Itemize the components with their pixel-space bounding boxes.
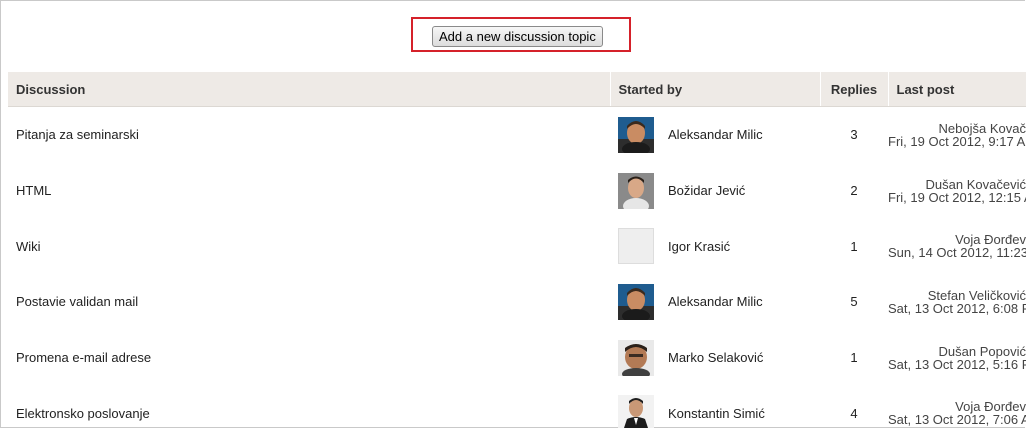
replies-cell: 4 <box>820 385 888 428</box>
header-replies[interactable]: Replies <box>819 72 888 107</box>
discussion-table: Discussion Started by Replies Last post … <box>8 72 1026 428</box>
avatar-konstantin[interactable] <box>618 395 654 428</box>
last-post-date-link[interactable]: Fri, 19 Oct 2012, 12:15 AM <box>888 191 1026 204</box>
discussion-cell: Pitanja za seminarski <box>8 107 610 163</box>
replies-count[interactable]: 5 <box>850 294 857 309</box>
table-row: Promena e-mail adrese Marko Selaković 1 Duš… <box>8 330 1026 386</box>
started-by-cell: Aleksandar Milic <box>610 274 820 330</box>
author-link[interactable]: Igor Krasić <box>668 239 730 254</box>
table-row: Wiki Igor Krasić 1 Voja Đorđev Sun, 14 Oct 2… <box>8 218 1026 274</box>
last-post-author-link[interactable]: Stefan Veličković <box>888 289 1026 302</box>
last-post-cell: Voja ĐorđevSun, 14 Oct 2012, 11:23 PM <box>888 218 1026 274</box>
discussion-cell: Promena e-mail adrese <box>8 330 610 386</box>
last-post-date-link[interactable]: Sun, 14 Oct 2012, 11:23 PM <box>888 246 1026 259</box>
started-by-cell: Božidar Jević <box>610 163 820 219</box>
table-body: Pitanja za seminarski Aleksandar Milic 3 Ne… <box>8 107 1026 428</box>
discussion-cell: HTML <box>8 163 610 219</box>
discussion-link[interactable]: Elektronsko poslovanje <box>16 406 150 421</box>
discussion-link[interactable]: HTML <box>16 183 51 198</box>
author-link[interactable]: Božidar Jević <box>668 183 745 198</box>
add-discussion-topic-button[interactable]: Add a new discussion topic <box>432 26 603 47</box>
author-link[interactable]: Aleksandar Milic <box>668 294 763 309</box>
replies-count[interactable]: 4 <box>850 406 857 421</box>
started-by-cell: Igor Krasić <box>610 218 820 274</box>
last-post-cell: Dušan Popović Sat, 13 Oct 2012, 5:16 PM <box>888 330 1026 386</box>
header-discussion[interactable]: Discussion <box>8 72 610 107</box>
discussion-link[interactable]: Pitanja za seminarski <box>16 127 139 142</box>
forum-page: Add a new discussion topic Discussion St… <box>0 0 1026 428</box>
avatar-default[interactable] <box>618 228 654 265</box>
replies-count[interactable]: 3 <box>850 127 857 142</box>
avatar-aleksandar[interactable] <box>618 116 654 153</box>
started-by-cell: Konstantin Simić <box>610 385 820 428</box>
avatar-aleksandar[interactable] <box>618 283 654 320</box>
last-post-author-link[interactable]: Dušan Popović <box>888 345 1026 358</box>
discussion-cell: Wiki <box>8 218 610 274</box>
table-row: HTML Božidar Jević 2 Dušan Kovačević Fri, 19… <box>8 163 1026 219</box>
replies-count[interactable]: 1 <box>850 350 857 365</box>
table-row: Elektronsko poslovanje Konstantin Simić 4 V… <box>8 385 1026 428</box>
last-post-author-link[interactable]: Nebojša Kovač <box>888 122 1026 135</box>
replies-count[interactable]: 1 <box>850 239 857 254</box>
discussion-link[interactable]: Promena e-mail adrese <box>16 350 151 365</box>
replies-count[interactable]: 2 <box>850 183 857 198</box>
discussion-link[interactable]: Wiki <box>16 239 41 254</box>
author-link[interactable]: Marko Selaković <box>668 350 763 365</box>
replies-cell: 5 <box>820 274 888 330</box>
last-post-date-link[interactable]: Sat, 13 Oct 2012, 7:06 AM <box>888 413 1026 426</box>
author-link[interactable]: Konstantin Simić <box>668 406 765 421</box>
table-row: Postavie validan mail Aleksandar Milic 5 St… <box>8 274 1026 330</box>
table-header-row: Discussion Started by Replies Last post <box>8 72 1026 107</box>
started-by-cell: Marko Selaković <box>610 330 820 386</box>
last-post-cell: Voja Đorđev Sat, 13 Oct 2012, 7:06 AM <box>888 385 1026 428</box>
avatar-bozidar[interactable] <box>618 172 654 209</box>
avatar-marko[interactable] <box>618 339 654 376</box>
last-post-date-link[interactable]: Sat, 13 Oct 2012, 5:16 PM <box>888 358 1026 371</box>
discussion-cell: Postavie validan mail <box>8 274 610 330</box>
header-started-by[interactable]: Started by <box>609 72 820 107</box>
replies-cell: 1 <box>820 218 888 274</box>
last-post-cell: Dušan KovačevićFri, 19 Oct 2012, 12:15 A… <box>888 163 1026 219</box>
last-post-date-link[interactable]: Sat, 13 Oct 2012, 6:08 PM <box>888 302 1026 315</box>
header-last-post[interactable]: Last post <box>887 72 1026 107</box>
table-row: Pitanja za seminarski Aleksandar Milic 3 Ne… <box>8 107 1026 163</box>
replies-cell: 2 <box>820 163 888 219</box>
replies-cell: 1 <box>820 330 888 386</box>
last-post-author-link[interactable]: Dušan Kovačević <box>888 178 1026 191</box>
started-by-cell: Aleksandar Milic <box>610 107 820 163</box>
last-post-date-link[interactable]: Fri, 19 Oct 2012, 9:17 AM <box>888 135 1026 148</box>
discussion-cell: Elektronsko poslovanje <box>8 385 610 428</box>
last-post-cell: Stefan Veličković Sat, 13 Oct 2012, 6:08 … <box>888 274 1026 330</box>
author-link[interactable]: Aleksandar Milic <box>668 127 763 142</box>
last-post-cell: Nebojša Kovač Fri, 19 Oct 2012, 9:17 AM <box>888 107 1026 163</box>
replies-cell: 3 <box>820 107 888 163</box>
discussion-link[interactable]: Postavie validan mail <box>16 294 138 309</box>
